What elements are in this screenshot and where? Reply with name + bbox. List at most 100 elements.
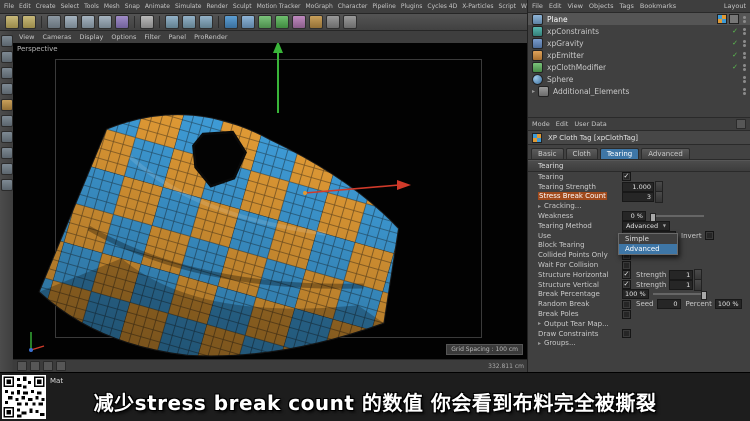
viewport[interactable]: View Cameras Display Options Filter Pane… [13,31,528,372]
model-mode-icon[interactable] [0,51,13,63]
draw-constraints-checkbox[interactable] [622,329,631,339]
vp-menu-display[interactable]: Display [79,33,103,41]
break-percentage-input[interactable]: 100 % [622,289,649,300]
move-icon[interactable] [64,15,78,29]
menu-tools[interactable]: Tools [84,3,99,10]
vp-menu-options[interactable]: Options [111,33,136,41]
undo-icon[interactable] [5,15,19,29]
play-icon[interactable] [43,361,53,371]
mograph-icon[interactable] [275,15,289,29]
object-row-plane[interactable]: Plane [528,13,750,25]
invert-checkbox[interactable] [704,231,714,241]
tearing-checkbox[interactable] [622,172,631,182]
menu-motion-tracker[interactable]: Motion Tracker [257,3,301,10]
om-menu-file[interactable]: File [532,2,543,10]
enabled-check-icon[interactable]: ✓ [732,27,738,35]
viewport-canvas[interactable]: Perspective Grid Spacing: 100 cm [13,43,528,360]
polygons-mode-icon[interactable] [0,131,13,143]
lock-icon[interactable] [736,119,746,129]
snap-settings-icon[interactable] [0,179,13,191]
object-row-xpgravity[interactable]: xpGravity ✓ [528,37,750,49]
enable-axis-icon[interactable] [0,147,13,159]
dropdown-option-advanced[interactable]: Advanced [619,244,677,254]
visibility-dots[interactable] [743,15,746,23]
menu-mesh[interactable]: Mesh [104,3,120,10]
stepper-icon[interactable] [694,278,703,291]
structure-vertical-strength-input[interactable]: 1 [669,279,694,290]
tab-tearing[interactable]: Tearing [599,148,640,159]
phong-tag-icon[interactable] [729,14,739,24]
make-editable-icon[interactable] [0,35,13,47]
redo-icon[interactable] [22,15,36,29]
stepper-icon[interactable] [655,190,663,203]
camera-icon[interactable] [326,15,340,29]
coordinate-system-icon[interactable] [140,15,154,29]
menu-character[interactable]: Character [338,3,368,10]
visibility-dots[interactable] [743,75,746,83]
scale-icon[interactable] [81,15,95,29]
render-view-icon[interactable] [165,15,179,29]
menu-plugins[interactable]: Plugins [401,3,423,10]
tearing-method-dropdown[interactable]: Advanced ▼ [622,220,670,231]
camera-label[interactable]: Perspective [17,45,58,53]
menu-simulate[interactable]: Simulate [175,3,202,10]
material-manager-label[interactable]: Mat [50,377,63,385]
visibility-dots[interactable] [743,51,746,59]
menu-select[interactable]: Select [61,3,80,10]
record-icon[interactable] [56,361,66,371]
object-row-xpemitter[interactable]: xpEmitter ✓ [528,49,750,61]
render-to-picture-viewer-icon[interactable] [182,15,196,29]
visibility-dots[interactable] [743,39,746,47]
am-menu-userdata[interactable]: User Data [574,120,606,128]
timeline-icon[interactable] [17,361,27,371]
weakness-input[interactable]: 0 % [622,211,646,222]
menu-file[interactable]: File [4,3,14,10]
vp-menu-view[interactable]: View [19,33,34,41]
cloth-tag-icon[interactable] [717,14,727,24]
om-menu-bookmarks[interactable]: Bookmarks [640,2,676,10]
viewport-solo-icon[interactable] [0,163,13,175]
menu-sculpt[interactable]: Sculpt [233,3,252,10]
tearing-strength-input[interactable]: 1.000 [622,181,654,192]
tab-cloth[interactable]: Cloth [565,148,598,159]
texture-mode-icon[interactable] [0,67,13,79]
last-tool-icon[interactable] [115,15,129,29]
points-mode-icon[interactable] [0,99,13,111]
om-menu-view[interactable]: View [567,2,582,10]
menu-snap[interactable]: Snap [125,3,140,10]
menu-script[interactable]: Script [499,3,516,10]
visibility-dots[interactable] [743,63,746,71]
object-row-xpconstraints[interactable]: xpConstraints ✓ [528,25,750,37]
om-menu-tags[interactable]: Tags [619,2,633,10]
wait-for-collision-checkbox[interactable] [622,260,631,270]
keyframe-icon[interactable] [30,361,40,371]
dropdown-option-simple[interactable]: Simple [619,234,677,244]
break-percentage-slider[interactable] [652,290,707,300]
percent-input[interactable]: 100 % [714,299,742,310]
object-row-additional-elements[interactable]: ▸ Additional_Elements [528,85,750,97]
attr-row-cracking[interactable]: ▸ Cracking... [528,201,750,211]
tab-basic[interactable]: Basic [531,148,564,159]
menu-mograph[interactable]: MoGraph [306,3,333,10]
subdivision-surface-icon[interactable] [258,15,272,29]
workplane-mode-icon[interactable] [0,83,13,95]
stress-break-count-input[interactable]: 3 [622,191,654,202]
display-icon[interactable] [343,15,357,29]
random-break-checkbox[interactable] [622,299,631,309]
object-row-sphere[interactable]: Sphere [528,73,750,85]
vp-menu-cameras[interactable]: Cameras [42,33,71,41]
am-menu-edit[interactable]: Edit [556,120,569,128]
vp-menu-prorender[interactable]: ProRender [194,33,227,41]
edit-render-settings-icon[interactable] [199,15,213,29]
layout-switcher[interactable]: Layout [724,2,746,10]
vp-menu-filter[interactable]: Filter [144,33,160,41]
vp-menu-panel[interactable]: Panel [169,33,187,41]
attr-row-groups[interactable]: ▸ Groups... [528,339,750,349]
deformer-icon[interactable] [292,15,306,29]
om-menu-edit[interactable]: Edit [549,2,562,10]
visibility-dots[interactable] [743,87,746,95]
menu-xparticles[interactable]: X-Particles [462,3,493,10]
attr-row-output-tear-map[interactable]: ▸ Output Tear Map... [528,319,750,329]
menu-animate[interactable]: Animate [145,3,170,10]
am-menu-mode[interactable]: Mode [532,120,550,128]
